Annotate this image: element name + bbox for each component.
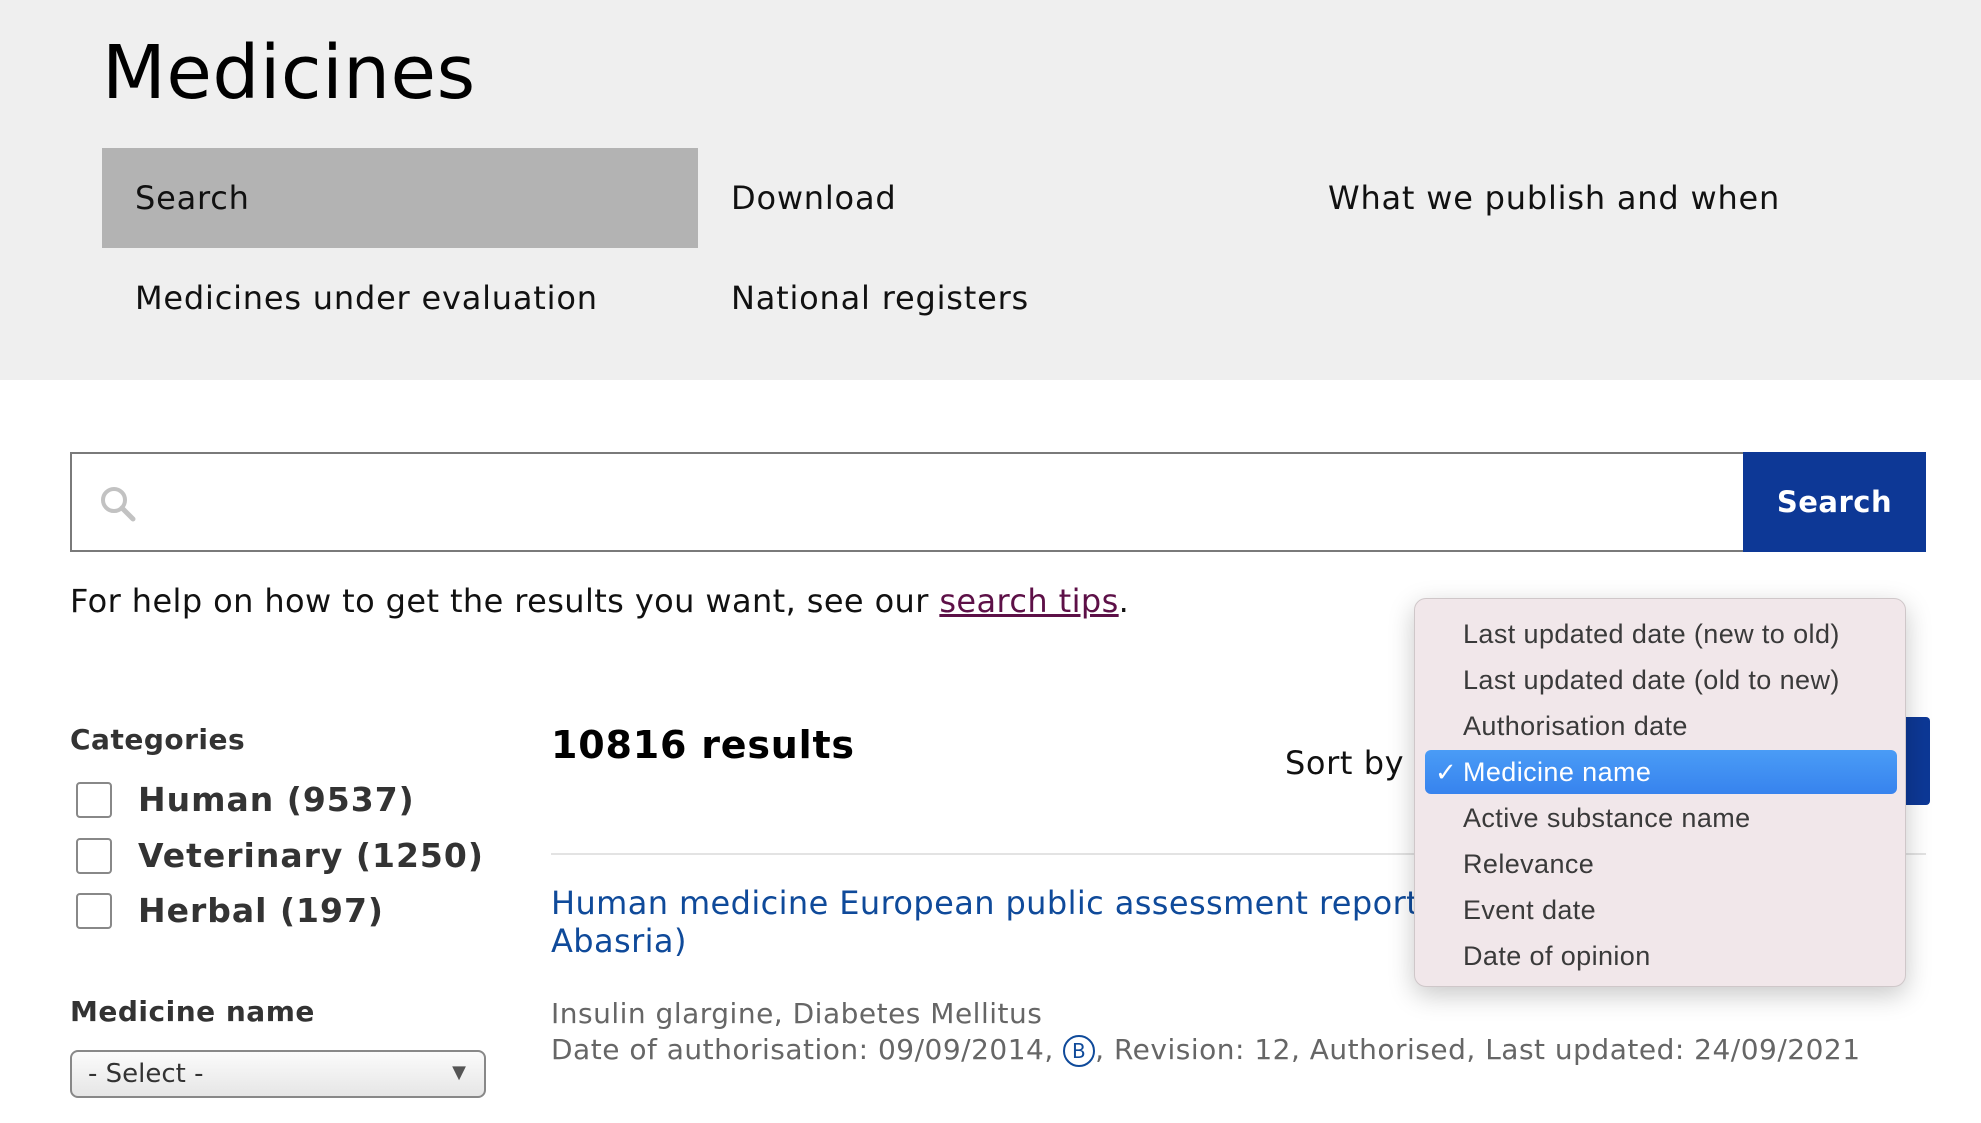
sort-option-label: Relevance xyxy=(1463,848,1595,879)
sort-option-label: Medicine name xyxy=(1463,756,1652,787)
sort-option-medicine-name[interactable]: ✓ Medicine name xyxy=(1425,750,1897,794)
result-title-link[interactable]: Human medicine European public assessmen… xyxy=(551,884,1451,960)
category-herbal-label: Herbal (197) xyxy=(138,891,385,930)
nav-medicines-under-evaluation[interactable]: Medicines under evaluation xyxy=(102,248,698,348)
search-input[interactable] xyxy=(152,454,1732,550)
site-header: Medicines Search Download What we publis… xyxy=(0,0,1981,380)
nav-national-registers[interactable]: National registers xyxy=(698,248,1294,348)
page-title: Medicines xyxy=(102,30,476,116)
result-title-line2: Abasria) xyxy=(551,922,687,960)
search-tips-link[interactable]: search tips xyxy=(939,582,1118,620)
nav-search-label: Search xyxy=(135,179,250,217)
sort-option-label: Last updated date (new to old) xyxy=(1463,618,1840,649)
sort-option-active-substance[interactable]: Active substance name xyxy=(1425,796,1897,840)
search-bar: Search xyxy=(70,452,1926,552)
biosimilar-icon: B xyxy=(1063,1035,1096,1067)
category-veterinary-checkbox[interactable] xyxy=(76,837,112,874)
sort-option-label: Authorisation date xyxy=(1463,710,1688,741)
result-auth-date: Date of authorisation: 09/09/2014, xyxy=(551,1033,1064,1066)
sort-option-label: Last updated date (old to new) xyxy=(1463,664,1840,695)
checkmark-icon: ✓ xyxy=(1435,756,1458,787)
search-icon xyxy=(101,487,136,522)
nav-search[interactable]: Search xyxy=(102,148,698,248)
nav-download-label: Download xyxy=(731,179,897,217)
category-human-checkbox[interactable] xyxy=(76,781,112,818)
nav-download[interactable]: Download xyxy=(698,148,1294,248)
medicine-name-heading: Medicine name xyxy=(70,995,315,1028)
result-substance: Insulin glargine, Diabetes Mellitus xyxy=(551,997,1043,1030)
nav-what-we-publish-label: What we publish and when xyxy=(1328,179,1781,217)
nav-national-registers-label: National registers xyxy=(731,279,1029,317)
result-title-line1: Human medicine European public assessmen… xyxy=(551,884,1443,922)
result-revision-status: , Revision: 12, Authorised, Last updated… xyxy=(1095,1033,1861,1066)
sort-option-date-of-opinion[interactable]: Date of opinion xyxy=(1425,934,1897,978)
search-help-text: For help on how to get the results you w… xyxy=(70,582,1129,620)
medicine-name-select-value: - Select - xyxy=(88,1059,204,1089)
nav-medicines-under-evaluation-label: Medicines under evaluation xyxy=(135,279,598,317)
category-herbal[interactable]: Herbal (197) xyxy=(76,891,384,930)
category-veterinary[interactable]: Veterinary (1250) xyxy=(76,836,484,875)
category-human-label: Human (9537) xyxy=(138,780,415,819)
search-button[interactable]: Search xyxy=(1743,452,1926,552)
chevron-down-icon: ▼ xyxy=(452,1062,466,1083)
sort-option-last-updated-old-new[interactable]: Last updated date (old to new) xyxy=(1425,658,1897,702)
sort-option-label: Date of opinion xyxy=(1463,940,1651,971)
sort-dropdown-menu: Last updated date (new to old) Last upda… xyxy=(1414,598,1906,987)
category-human[interactable]: Human (9537) xyxy=(76,780,415,819)
result-meta: Insulin glargine, Diabetes Mellitus Date… xyxy=(551,996,1861,1068)
help-prefix: For help on how to get the results you w… xyxy=(70,582,940,620)
sort-option-last-updated-new-old[interactable]: Last updated date (new to old) xyxy=(1425,612,1897,656)
sort-option-label: Active substance name xyxy=(1463,802,1751,833)
sort-option-relevance[interactable]: Relevance xyxy=(1425,842,1897,886)
category-veterinary-label: Veterinary (1250) xyxy=(138,836,484,875)
category-herbal-checkbox[interactable] xyxy=(76,892,112,929)
sort-by-label: Sort by xyxy=(1285,744,1405,782)
medicine-name-select[interactable]: - Select - ▼ xyxy=(70,1050,486,1098)
nav-what-we-publish[interactable]: What we publish and when xyxy=(1295,148,1891,248)
sort-option-authorisation-date[interactable]: Authorisation date xyxy=(1425,704,1897,748)
result-details: Date of authorisation: 09/09/2014, B, Re… xyxy=(551,1032,1861,1068)
sort-option-label: Event date xyxy=(1463,894,1597,925)
help-suffix: . xyxy=(1118,582,1130,620)
results-count: 10816 results xyxy=(551,723,855,767)
sort-option-event-date[interactable]: Event date xyxy=(1425,888,1897,932)
categories-heading: Categories xyxy=(70,723,246,756)
